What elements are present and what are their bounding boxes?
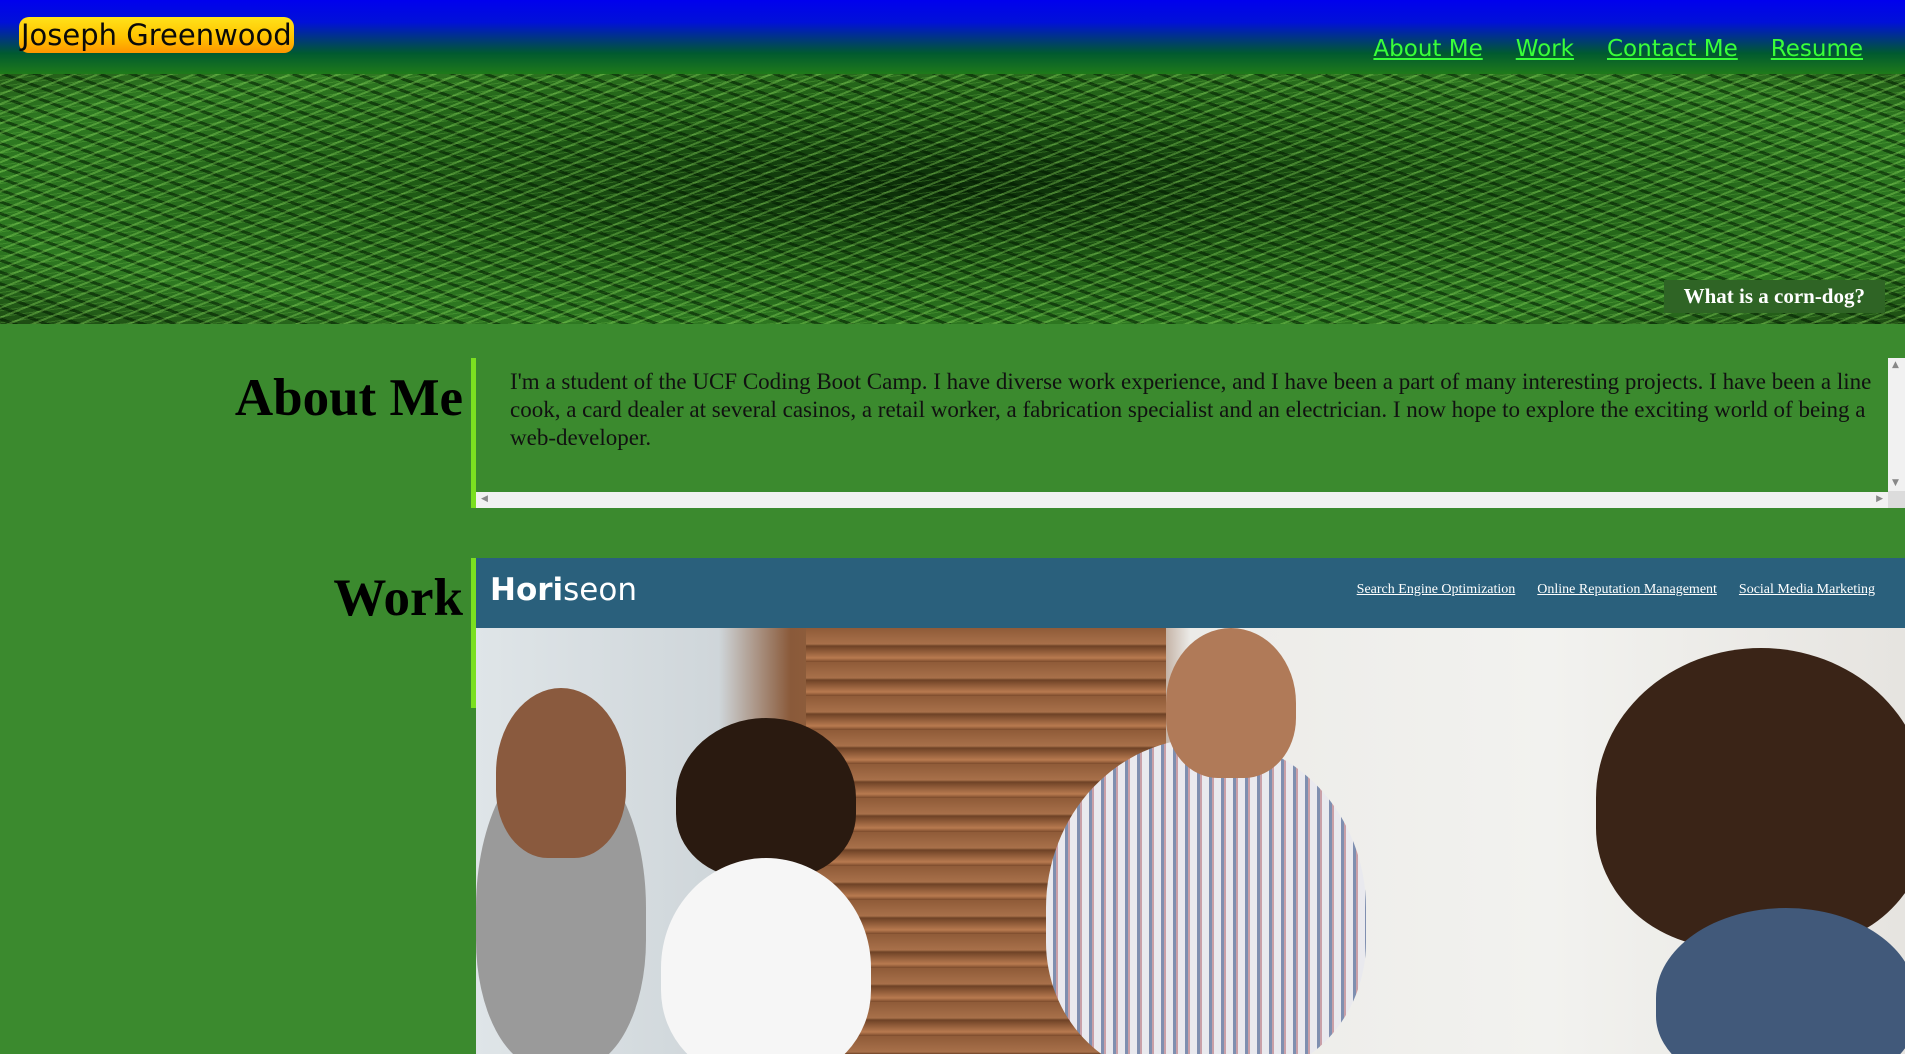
about-me-text: I'm a student of the UCF Coding Boot Cam… xyxy=(510,369,1872,450)
horiseon-nav-reputation[interactable]: Online Reputation Management xyxy=(1537,582,1717,598)
about-me-panel[interactable]: I'm a student of the UCF Coding Boot Cam… xyxy=(476,358,1905,508)
work-project-preview[interactable]: Horiseon Search Engine Optimization Onli… xyxy=(476,558,1905,1054)
person-glasses-head xyxy=(496,688,626,858)
hero-caption: What is a corn-dog? xyxy=(1663,280,1885,313)
site-brand[interactable]: Joseph Greenwood xyxy=(19,17,294,53)
horiseon-logo: Horiseon xyxy=(490,572,637,608)
person-striped-shirt xyxy=(1046,738,1366,1054)
scroll-right-arrow-icon[interactable]: ▶ xyxy=(1876,495,1883,504)
scrollbar-corner xyxy=(1888,491,1905,508)
team-meeting-photo xyxy=(476,628,1905,1054)
main-nav: About Me Work Contact Me Resume xyxy=(1373,36,1863,62)
about-horizontal-scrollbar[interactable]: ◀ ▶ xyxy=(476,492,1888,508)
work-heading: Work xyxy=(333,569,463,627)
nav-link-resume[interactable]: Resume xyxy=(1771,36,1863,62)
horiseon-nav-seo[interactable]: Search Engine Optimization xyxy=(1357,582,1516,598)
nav-link-contact-me[interactable]: Contact Me xyxy=(1607,36,1738,62)
site-header: Joseph Greenwood About Me Work Contact M… xyxy=(0,0,1905,74)
horiseon-header: Horiseon Search Engine Optimization Onli… xyxy=(476,558,1905,628)
person-right xyxy=(1596,648,1905,948)
horiseon-logo-light: seon xyxy=(563,572,637,608)
scroll-down-arrow-icon[interactable]: ▼ xyxy=(1892,479,1899,488)
horiseon-nav: Search Engine Optimization Online Reputa… xyxy=(1357,582,1875,598)
person-striped-head xyxy=(1166,628,1296,778)
about-vertical-scrollbar[interactable]: ▲ ▼ xyxy=(1888,358,1905,491)
horiseon-nav-social-media[interactable]: Social Media Marketing xyxy=(1739,582,1875,598)
nav-link-work[interactable]: Work xyxy=(1516,36,1574,62)
nav-link-about-me[interactable]: About Me xyxy=(1373,36,1482,62)
scroll-left-arrow-icon[interactable]: ◀ xyxy=(481,495,488,504)
scroll-up-arrow-icon[interactable]: ▲ xyxy=(1892,361,1899,370)
hero-banner: What is a corn-dog? xyxy=(0,74,1905,324)
person-curly-hair xyxy=(676,718,856,878)
horiseon-logo-bold: Hori xyxy=(490,572,564,608)
about-me-heading: About Me xyxy=(234,369,463,427)
